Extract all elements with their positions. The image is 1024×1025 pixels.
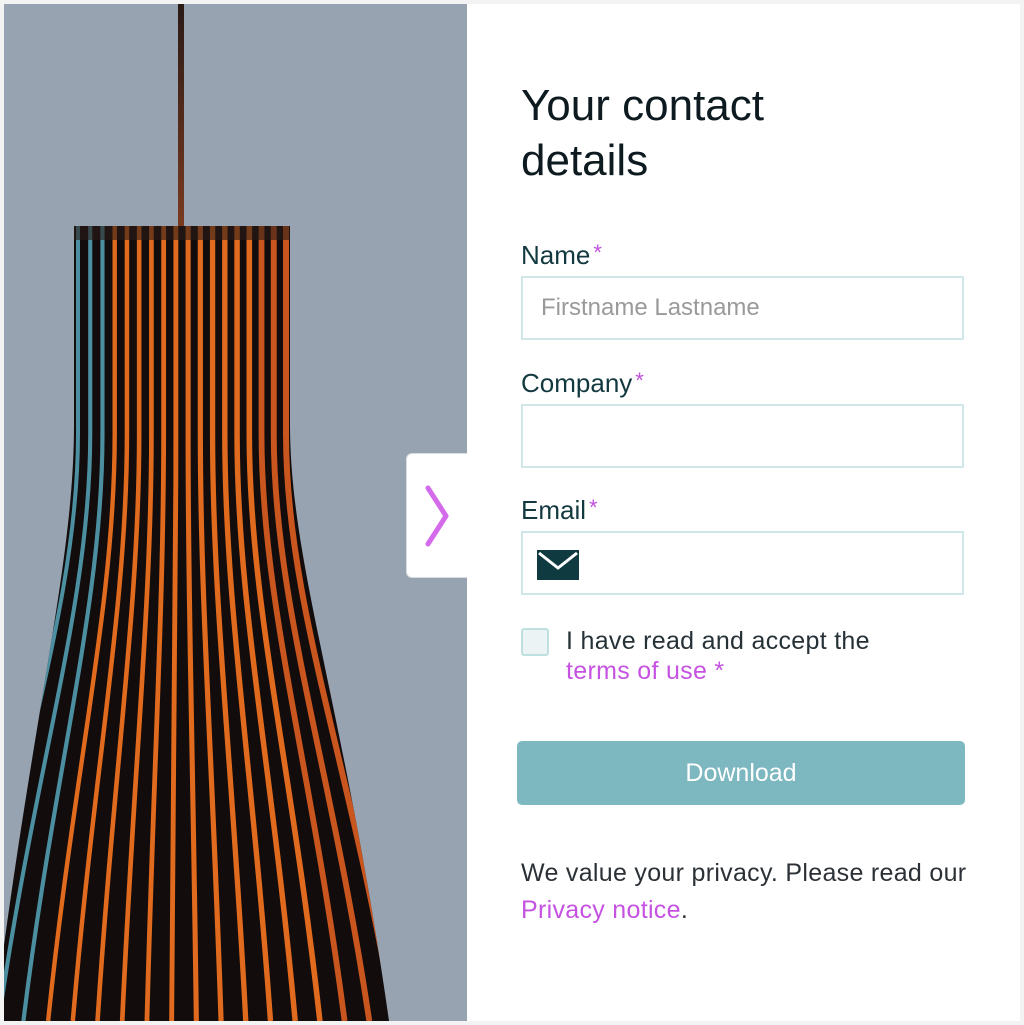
terms-required-marker: * [714, 657, 725, 685]
required-marker: * [593, 240, 602, 265]
terms-checkbox[interactable] [521, 628, 549, 656]
lamp-illustration [4, 4, 467, 1021]
privacy-text-before: We value your privacy. Please read our [521, 859, 967, 887]
email-label-text: Email [521, 495, 587, 525]
company-input[interactable] [523, 406, 962, 466]
company-label-text: Company [521, 368, 633, 398]
contact-form-panel: Your contact details Name* Company* Emai… [467, 4, 1020, 1021]
lamp-cord [178, 4, 184, 226]
privacy-notice-link[interactable]: Privacy notice [521, 896, 681, 924]
chevron-right-icon [425, 485, 449, 546]
email-field [521, 531, 964, 595]
name-input[interactable] [523, 278, 962, 338]
panel-toggle-button[interactable] [406, 453, 467, 578]
terms-label: I have read and accept the [566, 627, 870, 655]
envelope-icon [537, 550, 579, 580]
terms-link-text: terms of use [566, 657, 708, 685]
download-button[interactable]: Download [517, 741, 965, 805]
email-input[interactable] [523, 533, 962, 593]
privacy-text: We value your privacy. Please read our P… [521, 855, 971, 929]
name-label-text: Name [521, 240, 591, 270]
company-field [521, 404, 964, 468]
form-title: Your contact details [521, 81, 764, 185]
name-field [521, 276, 964, 340]
privacy-text-after: . [680, 896, 689, 924]
terms-of-use-link[interactable]: terms of use * [566, 657, 724, 685]
company-label: Company * [521, 368, 644, 399]
required-marker: * [589, 495, 598, 520]
required-marker: * [635, 368, 644, 393]
name-label: Name * [521, 240, 602, 271]
frame: Your contact details Name* Company* Emai… [4, 4, 1020, 1021]
terms-text: I have read and accept the terms of use … [566, 626, 946, 686]
lamp-photo [4, 4, 467, 1021]
email-label: Email * [521, 495, 598, 526]
